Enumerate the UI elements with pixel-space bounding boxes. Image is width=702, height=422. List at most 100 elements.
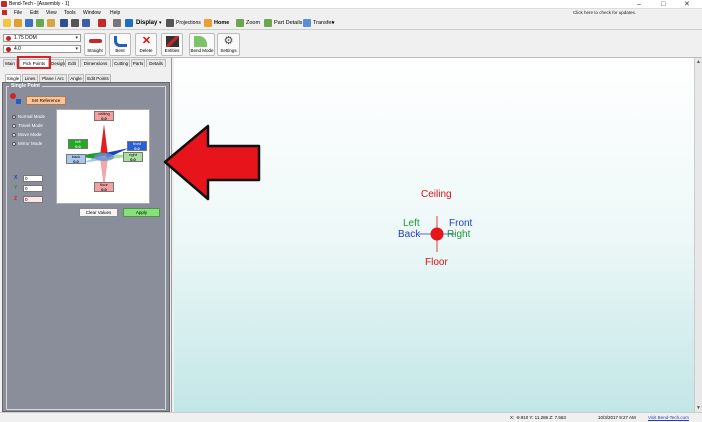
settings-button[interactable]: ⚙ Settings — [217, 33, 240, 56]
delete-button[interactable]: ✕ Delete — [135, 33, 157, 56]
menu-help[interactable]: Help — [110, 10, 120, 16]
bend-mode-button[interactable]: Bend Mode — [189, 33, 215, 56]
new-file-icon[interactable] — [3, 19, 11, 27]
transfer-icon[interactable] — [303, 19, 311, 27]
save-all-icon[interactable] — [60, 19, 68, 27]
tube-select[interactable]: 1.75 DOM ▾ — [3, 34, 81, 42]
chevron-down-icon: ▾ — [75, 35, 78, 41]
menu-file[interactable]: File — [14, 10, 22, 16]
move-mode-radio[interactable]: Move Mode — [12, 132, 42, 137]
mirror-mode-radio[interactable]: Mirror Mode — [12, 141, 42, 146]
highlight-box — [17, 56, 51, 69]
tab-edit[interactable]: Edit — [65, 59, 79, 67]
tab-single[interactable]: Single — [5, 74, 21, 82]
projections-button[interactable]: Projections — [176, 20, 201, 26]
chevron-down-icon: ▾ — [75, 46, 78, 52]
website-link[interactable]: Visit Bend-Tech.com — [648, 415, 689, 420]
menu-edit[interactable]: Edit — [30, 10, 39, 16]
tab-dimensions[interactable]: Dimensions — [80, 59, 111, 67]
part-details-button[interactable]: Part Details — [274, 20, 302, 26]
tab-angle[interactable]: Angle — [68, 74, 84, 82]
z-field[interactable]: 0 — [23, 196, 43, 203]
undo-icon[interactable] — [113, 19, 121, 27]
home-button[interactable]: Home — [214, 20, 229, 26]
transfer-button[interactable]: Transfer — [313, 20, 333, 26]
vertical-scrollbar[interactable]: ▲ ▼ — [694, 58, 702, 412]
zoom-button[interactable]: Zoom — [246, 20, 260, 26]
origin-disc — [94, 153, 114, 161]
right-label[interactable]: right 0.0 — [123, 152, 143, 162]
normal-mode-radio[interactable]: Normal Mode — [12, 114, 45, 119]
travel-mode-radio[interactable]: Travel Mode — [12, 123, 43, 128]
tab-details[interactable]: Details — [146, 59, 166, 67]
tab-parts[interactable]: Parts — [131, 59, 145, 67]
left-label[interactable]: left 0.0 — [68, 139, 88, 149]
die-select-value: 4.0 — [14, 46, 21, 52]
viewport-floor-label: Floor — [425, 257, 448, 268]
tab-cutting[interactable]: Cutting — [112, 59, 130, 67]
set-reference-button[interactable]: Set Reference — [26, 96, 66, 105]
menu-app-icon[interactable] — [2, 10, 7, 15]
3d-viewport[interactable]: Ceiling Left Front Back Right Floor — [174, 58, 694, 412]
export-icon[interactable] — [47, 19, 55, 27]
straight-button[interactable]: Straight — [84, 33, 106, 56]
entities-label: Entities — [164, 48, 180, 53]
menu-window[interactable]: Window — [83, 10, 101, 16]
tab-main[interactable]: Main — [3, 59, 17, 67]
bent-label: Bent — [115, 48, 125, 53]
print-icon[interactable] — [71, 19, 79, 27]
tab-lines[interactable]: Lines — [22, 74, 38, 82]
x-field[interactable]: 0 — [23, 175, 43, 182]
maximize-button[interactable]: □ — [661, 0, 665, 9]
ceiling-arrow — [100, 124, 108, 156]
menu-view[interactable]: View — [46, 10, 57, 16]
origin-marker — [419, 216, 455, 252]
die-select[interactable]: 4.0 ▾ — [3, 45, 81, 53]
display-icon[interactable] — [125, 19, 133, 27]
entities-icon — [166, 36, 179, 47]
tab-plane-arc[interactable]: Plane / Arc — [39, 74, 67, 82]
red-arrow-shape — [163, 124, 261, 201]
minimize-button[interactable]: – — [637, 0, 641, 9]
projections-icon[interactable] — [166, 19, 174, 27]
close-button[interactable]: ✕ — [684, 0, 690, 9]
tab-edit-points[interactable]: Edit Points — [85, 74, 111, 82]
clear-values-button[interactable]: Clear Values — [79, 208, 118, 217]
z-label: Z — [14, 196, 18, 202]
part-details-icon[interactable] — [264, 19, 272, 27]
gear-icon: ⚙ — [223, 35, 234, 47]
radio-dot — [12, 123, 16, 128]
cursor-coordinates: X: -9.910 Y: 11.286 Z: 7.563 — [510, 415, 566, 420]
bent-button[interactable]: Bent — [109, 33, 131, 56]
open-folder-icon[interactable] — [14, 19, 22, 27]
zoom-icon[interactable] — [236, 19, 244, 27]
display-dropdown-icon[interactable]: ▾ — [159, 20, 162, 26]
entities-button[interactable]: Entities — [161, 33, 183, 56]
delete-label: Delete — [139, 48, 153, 53]
scroll-down-icon[interactable]: ▼ — [696, 405, 701, 411]
back-label[interactable]: back 0.0 — [66, 154, 86, 164]
transfer-dropdown-icon[interactable]: ▾ — [332, 20, 335, 26]
ceiling-label[interactable]: ceiling 0.0 — [94, 111, 114, 121]
reference-icon — [16, 99, 21, 104]
tube-select-value: 1.75 DOM — [14, 35, 37, 41]
front-label[interactable]: front 0.0 — [127, 141, 147, 151]
origin-point — [430, 227, 444, 241]
import-icon[interactable] — [36, 19, 44, 27]
annotation-arrow — [163, 124, 261, 201]
display-menu[interactable]: Display — [136, 20, 157, 26]
ceiling-value: 0.0 — [101, 115, 107, 121]
home-icon[interactable] — [204, 19, 212, 27]
save-icon[interactable] — [25, 19, 33, 27]
floor-label[interactable]: floor 0.0 — [94, 182, 114, 192]
update-link[interactable]: Click here to check for updates. — [573, 10, 636, 15]
apply-button[interactable]: Apply — [123, 208, 160, 217]
scroll-up-icon[interactable]: ▲ — [696, 59, 701, 65]
orientation-diagram: ceiling 0.0 floor 0.0 left 0.0 right 0.0 fro… — [56, 109, 150, 204]
report-icon[interactable] — [98, 19, 106, 27]
print-preview-icon[interactable] — [82, 19, 90, 27]
tab-design[interactable]: Design — [50, 59, 65, 67]
y-field[interactable]: 0 — [23, 185, 43, 192]
menu-tools[interactable]: Tools — [64, 10, 76, 16]
ribbon: 1.75 DOM ▾ 4.0 ▾ Straight Bent ✕ Delete … — [0, 30, 702, 58]
